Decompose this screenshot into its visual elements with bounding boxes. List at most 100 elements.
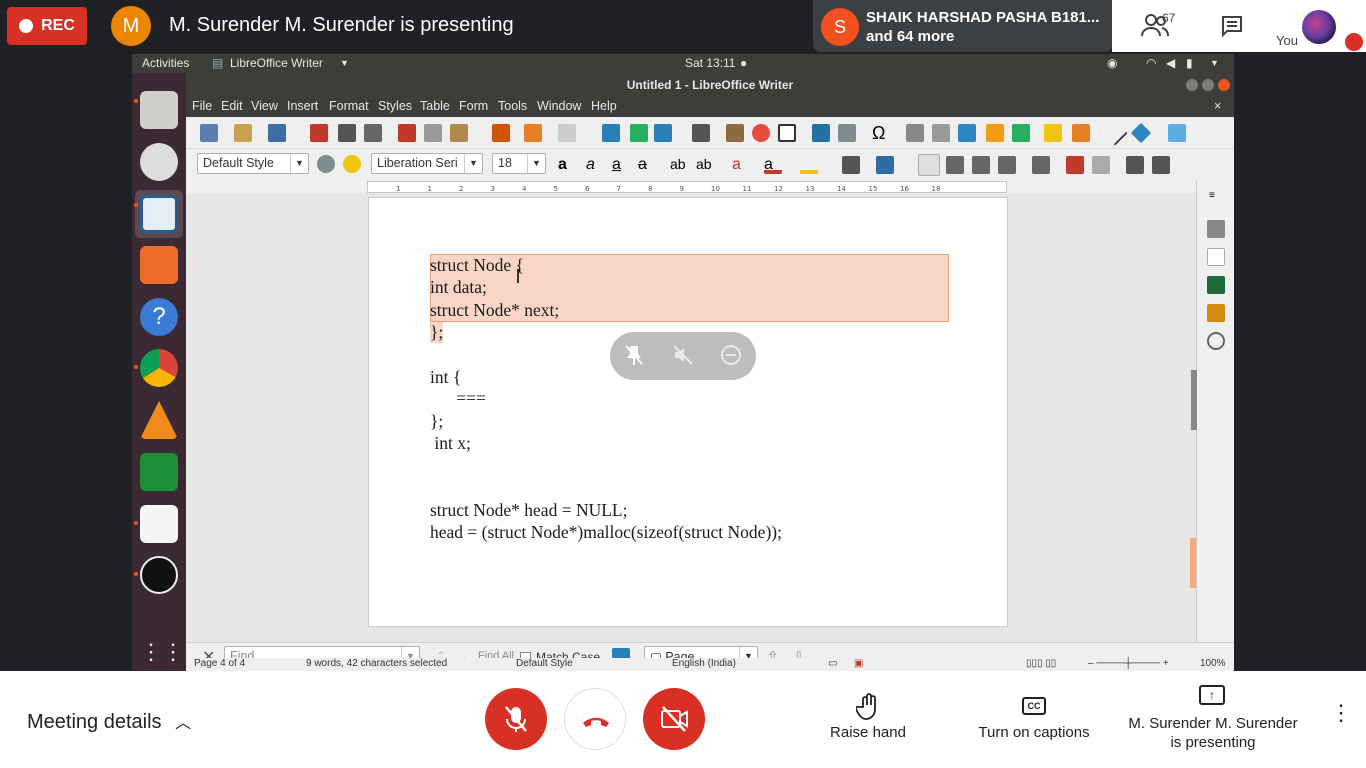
new-document-icon[interactable] <box>200 124 218 142</box>
meeting-details-button[interactable]: Meeting details ︿ <box>27 709 191 734</box>
leave-call-button[interactable] <box>564 688 626 750</box>
paste-icon[interactable] <box>450 124 468 142</box>
camera-toggle-button[interactable] <box>643 688 705 750</box>
clock[interactable]: Sat 13:11 <box>685 56 735 70</box>
doc-line[interactable]: struct Node { <box>430 255 524 276</box>
chrome-icon[interactable] <box>140 349 178 387</box>
doc-line[interactable]: struct Node* next; <box>430 300 559 321</box>
participant-tile[interactable]: S SHAIK HARSHAD PASHA B181... and 64 mor… <box>813 0 1113 52</box>
horizontal-ruler[interactable]: 1 1 2 3 4 5 6 7 8 9 10 11 12 13 14 15 16 18 <box>367 181 1007 193</box>
show-apps-icon[interactable]: ⋮⋮⋮ <box>140 633 206 671</box>
special-character-icon[interactable]: Ω <box>872 124 890 142</box>
save-icon[interactable] <box>268 124 286 142</box>
status-word-count[interactable]: 9 words, 42 characters selected <box>306 658 447 669</box>
bold-icon[interactable]: a <box>558 156 576 174</box>
ordered-list-icon[interactable] <box>876 156 894 174</box>
more-options-icon[interactable]: ⋮ <box>1330 702 1352 724</box>
increase-paragraph-spacing-icon[interactable] <box>1066 156 1084 174</box>
maximize-button[interactable] <box>1202 79 1214 91</box>
status-language[interactable]: English (India) <box>672 658 736 669</box>
decrease-indent-icon[interactable] <box>1152 156 1170 174</box>
menu-insert[interactable]: Insert <box>287 99 318 113</box>
doc-line[interactable]: int x; <box>430 433 470 454</box>
unordered-list-icon[interactable] <box>842 156 860 174</box>
insert-chart-icon[interactable] <box>752 124 770 142</box>
superscript-icon[interactable]: ab <box>670 156 688 174</box>
print-preview-icon[interactable] <box>364 124 382 142</box>
menu-help[interactable]: Help <box>591 99 617 113</box>
document-area[interactable]: struct Node { int data; struct Node* nex… <box>186 193 1196 642</box>
menu-form[interactable]: Form <box>459 99 488 113</box>
track-changes-icon[interactable] <box>1072 124 1090 142</box>
raise-hand-label[interactable]: Raise hand <box>818 724 918 741</box>
menu-view[interactable]: View <box>251 99 278 113</box>
vlc-icon[interactable] <box>140 401 178 439</box>
files-icon[interactable] <box>140 91 178 129</box>
bookmark-icon[interactable] <box>986 124 1004 142</box>
footnote-icon[interactable] <box>932 124 950 142</box>
menu-edit[interactable]: Edit <box>221 99 243 113</box>
new-style-icon[interactable] <box>343 155 361 173</box>
captions-icon[interactable]: CC <box>1022 697 1046 715</box>
doc-line[interactable]: head = (struct Node*)malloc(sizeof(struc… <box>430 522 782 543</box>
cross-reference-icon[interactable] <box>1012 124 1030 142</box>
activities-button[interactable]: Activities <box>142 56 189 70</box>
font-name-select[interactable]: Liberation Seri ▼ <box>371 153 483 174</box>
font-size-select[interactable]: 18 ▼ <box>492 153 546 174</box>
insert-textbox-icon[interactable] <box>778 124 796 142</box>
highlight-icon[interactable] <box>800 156 818 174</box>
app-menu[interactable]: LibreOffice Writer <box>230 56 323 70</box>
styles-icon[interactable] <box>1207 276 1225 294</box>
strikethrough-icon[interactable]: a <box>638 156 656 174</box>
doc-line[interactable]: === <box>430 388 486 409</box>
menu-file[interactable]: File <box>192 99 212 113</box>
insert-table-icon[interactable] <box>692 124 710 142</box>
print-icon[interactable] <box>338 124 356 142</box>
redo-icon[interactable] <box>558 124 576 142</box>
page-icon[interactable] <box>1207 248 1225 266</box>
insert-line-icon[interactable] <box>1102 120 1128 146</box>
close-window-button[interactable] <box>1218 79 1230 91</box>
underline-icon[interactable]: a <box>612 156 630 174</box>
chat-icon[interactable] <box>1220 14 1244 43</box>
sidebar-menu-icon[interactable]: ≡ <box>1209 190 1221 201</box>
properties-icon[interactable] <box>1207 220 1225 238</box>
close-document-icon[interactable]: × <box>1214 99 1221 113</box>
font-color-icon[interactable]: a <box>764 156 782 174</box>
menu-table[interactable]: Table <box>420 99 450 113</box>
find-replace-icon[interactable] <box>602 124 620 142</box>
navigator-icon[interactable] <box>1207 332 1225 350</box>
align-center-icon[interactable] <box>946 156 964 174</box>
comment-icon[interactable] <box>1044 124 1062 142</box>
document-page[interactable]: struct Node { int data; struct Node* nex… <box>368 197 1008 627</box>
align-right-icon[interactable] <box>972 156 990 174</box>
zoom-level[interactable]: 100% <box>1200 658 1226 669</box>
basic-shapes-icon[interactable] <box>1130 122 1152 144</box>
insert-image-icon[interactable] <box>726 124 744 142</box>
clone-formatting-icon[interactable] <box>492 124 510 142</box>
cut-icon[interactable] <box>398 124 416 142</box>
insert-field-icon[interactable] <box>838 124 856 142</box>
rhythmbox-icon[interactable] <box>140 143 178 181</box>
menu-styles[interactable]: Styles <box>378 99 412 113</box>
italic-icon[interactable]: a <box>586 156 604 174</box>
doc-line[interactable]: struct Node* head = NULL; <box>430 500 627 521</box>
update-style-icon[interactable] <box>317 155 335 173</box>
clear-formatting-icon[interactable]: a <box>732 156 750 174</box>
unpin-icon[interactable] <box>624 344 644 366</box>
endnote-icon[interactable] <box>958 124 976 142</box>
present-screen-icon[interactable]: ↑ <box>1199 685 1225 705</box>
software-center-icon[interactable] <box>140 246 178 284</box>
zoom-slider[interactable]: – ────┼──── + <box>1088 658 1169 669</box>
doc-line[interactable]: int { <box>430 367 461 388</box>
align-left-icon[interactable] <box>918 154 940 176</box>
mute-icon[interactable] <box>672 344 694 366</box>
doc-line[interactable]: int data; <box>430 277 487 298</box>
status-page-style[interactable]: Default Style <box>516 658 573 669</box>
sidebar-collapse-handle[interactable] <box>1191 370 1197 430</box>
menu-format[interactable]: Format <box>329 99 369 113</box>
gallery-icon[interactable] <box>1207 304 1225 322</box>
minimize-button[interactable] <box>1186 79 1198 91</box>
open-folder-icon[interactable] <box>234 124 252 142</box>
menu-window[interactable]: Window <box>537 99 581 113</box>
